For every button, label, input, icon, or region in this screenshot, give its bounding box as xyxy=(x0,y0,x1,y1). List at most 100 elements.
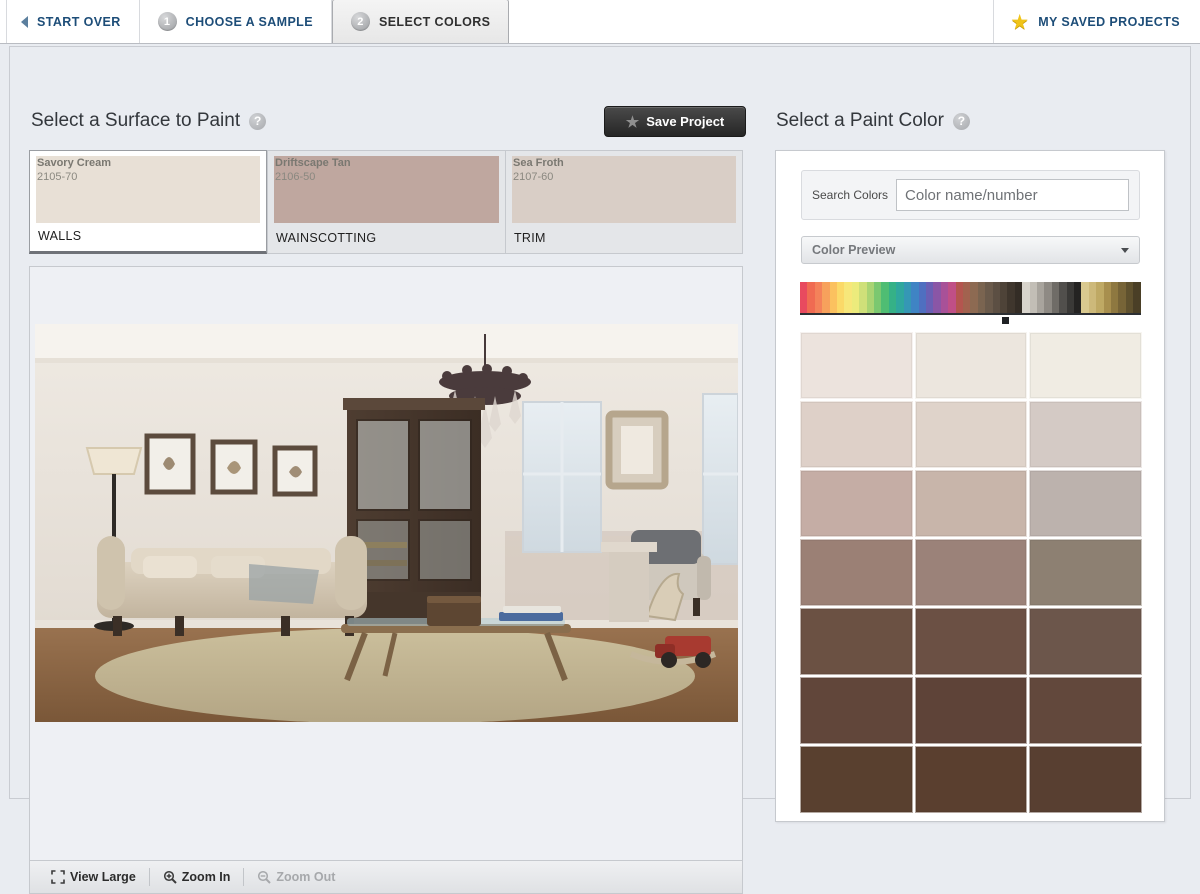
color-collection-select[interactable]: Color Preview xyxy=(801,236,1140,264)
surface-swatch-trim[interactable]: Sea Froth 2107-60 TRIM xyxy=(505,150,743,254)
spectrum-band[interactable] xyxy=(933,282,941,313)
spectrum-band[interactable] xyxy=(985,282,993,313)
surface-label: WALLS xyxy=(38,229,82,243)
color-swatch-cell[interactable] xyxy=(1029,332,1142,399)
page-body: Select a Surface to Paint ? ★ Save Proje… xyxy=(0,44,1200,894)
spectrum-band[interactable] xyxy=(1125,282,1134,313)
tab-choose-a-sample[interactable]: 1 CHOOSE A SAMPLE xyxy=(139,0,332,43)
spectrum-band[interactable] xyxy=(1096,282,1104,313)
spectrum-band[interactable] xyxy=(1066,282,1075,313)
color-swatch-cell[interactable] xyxy=(914,746,1028,813)
save-project-label: Save Project xyxy=(646,114,725,129)
my-saved-projects-button[interactable]: ★ MY SAVED PROJECTS xyxy=(992,0,1200,43)
spectrum-band[interactable] xyxy=(925,282,934,313)
spectrum-band[interactable] xyxy=(1088,282,1097,313)
spectrum-band[interactable] xyxy=(1051,282,1060,313)
surface-swatch-wainscotting[interactable]: Driftscape Tan 2106-50 WAINSCOTTING xyxy=(267,150,505,254)
spectrum-band[interactable] xyxy=(962,282,971,313)
spectrum-band[interactable] xyxy=(822,282,830,313)
spectrum-band[interactable] xyxy=(1103,282,1112,313)
spectrum-band[interactable] xyxy=(918,282,926,313)
zoom-out-label: Zoom Out xyxy=(276,870,336,884)
spectrum-band[interactable] xyxy=(1111,282,1119,313)
spectrum-band[interactable] xyxy=(859,282,867,313)
surface-swatch-walls[interactable]: Savory Cream 2105-70 WALLS xyxy=(29,150,267,254)
paint-color-panel: Search Colors Color Preview xyxy=(775,150,1165,822)
color-swatch-cell[interactable] xyxy=(1029,470,1142,537)
color-swatch-cell[interactable] xyxy=(800,539,913,606)
star-icon: ★ xyxy=(625,113,640,131)
spectrum-band[interactable] xyxy=(881,282,889,313)
color-swatch-cell[interactable] xyxy=(914,677,1028,744)
chevron-down-icon xyxy=(1121,247,1129,253)
image-toolbar: View Large Zoom In Zoom Out xyxy=(30,860,742,893)
tab-start-over[interactable]: START OVER xyxy=(6,0,140,43)
zoom-in-button[interactable]: Zoom In xyxy=(150,868,245,886)
spectrum-band[interactable] xyxy=(814,282,823,313)
spectrum-band[interactable] xyxy=(903,282,912,313)
color-swatch-cell[interactable] xyxy=(914,401,1028,468)
room-preview-image[interactable] xyxy=(35,324,738,722)
color-swatch-cell[interactable] xyxy=(914,608,1028,675)
view-large-button[interactable]: View Large xyxy=(38,868,150,886)
spectrum-band[interactable] xyxy=(1081,282,1089,313)
color-swatch-cell[interactable] xyxy=(914,332,1028,399)
spectrum-band[interactable] xyxy=(807,282,815,313)
color-swatch-cell[interactable] xyxy=(800,332,913,399)
my-saved-projects-label: MY SAVED PROJECTS xyxy=(1038,14,1180,29)
help-icon[interactable]: ? xyxy=(249,112,267,130)
spectrum-band[interactable] xyxy=(800,282,808,313)
spectrum-band[interactable] xyxy=(992,282,1000,313)
spectrum-band[interactable] xyxy=(911,282,919,313)
spectrum-band[interactable] xyxy=(888,282,897,313)
color-swatch-cell[interactable] xyxy=(1029,608,1142,675)
surface-label: TRIM xyxy=(514,231,546,245)
help-icon[interactable]: ? xyxy=(952,112,970,130)
spectrum-band[interactable] xyxy=(1133,282,1141,313)
color-swatch-cell[interactable] xyxy=(800,746,913,813)
spectrum-band[interactable] xyxy=(1014,282,1023,313)
spectrum-band[interactable] xyxy=(970,282,978,313)
spectrum-band[interactable] xyxy=(1074,282,1082,313)
spectrum-band[interactable] xyxy=(874,282,882,313)
spectrum-band[interactable] xyxy=(1029,282,1037,313)
spectrum-band[interactable] xyxy=(999,282,1008,313)
zoom-in-label: Zoom In xyxy=(181,870,231,884)
save-project-button[interactable]: ★ Save Project xyxy=(604,106,746,137)
surface-color-number: 2107-60 xyxy=(513,171,554,183)
color-swatch-cell[interactable] xyxy=(800,401,913,468)
spectrum-band[interactable] xyxy=(1037,282,1045,313)
select-paint-color-title: Select a Paint Color xyxy=(776,110,944,131)
spectrum-band[interactable] xyxy=(940,282,949,313)
color-swatch-cell[interactable] xyxy=(800,677,913,744)
spectrum-band[interactable] xyxy=(955,282,963,313)
color-swatch-cell[interactable] xyxy=(1029,746,1142,813)
spectrum-band[interactable] xyxy=(866,282,875,313)
spectrum-band[interactable] xyxy=(844,282,852,313)
spectrum-band[interactable] xyxy=(977,282,986,313)
spectrum-band[interactable] xyxy=(1118,282,1126,313)
spectrum-band[interactable] xyxy=(829,282,838,313)
spectrum-band[interactable] xyxy=(851,282,860,313)
color-spectrum-strip[interactable] xyxy=(800,282,1141,315)
spectrum-band[interactable] xyxy=(1022,282,1030,313)
spectrum-band[interactable] xyxy=(837,282,845,313)
star-icon: ★ xyxy=(1011,11,1029,32)
search-colors-input[interactable] xyxy=(896,179,1129,211)
spectrum-position-marker[interactable] xyxy=(1001,317,1009,324)
select-paint-color-heading: Select a Paint Color ? xyxy=(776,110,970,132)
spectrum-band[interactable] xyxy=(1007,282,1015,313)
spectrum-band[interactable] xyxy=(1059,282,1067,313)
color-swatch-cell[interactable] xyxy=(800,608,913,675)
color-swatch-cell[interactable] xyxy=(1029,539,1142,606)
top-tab-bar: START OVER 1 CHOOSE A SAMPLE 2 SELECT CO… xyxy=(0,0,1200,44)
color-swatch-cell[interactable] xyxy=(914,470,1028,537)
spectrum-band[interactable] xyxy=(948,282,956,313)
color-swatch-cell[interactable] xyxy=(800,470,913,537)
color-swatch-cell[interactable] xyxy=(914,539,1028,606)
tab-select-colors[interactable]: 2 SELECT COLORS xyxy=(331,0,510,43)
color-swatch-cell[interactable] xyxy=(1029,401,1142,468)
spectrum-band[interactable] xyxy=(1044,282,1052,313)
spectrum-band[interactable] xyxy=(896,282,904,313)
color-swatch-cell[interactable] xyxy=(1029,677,1142,744)
